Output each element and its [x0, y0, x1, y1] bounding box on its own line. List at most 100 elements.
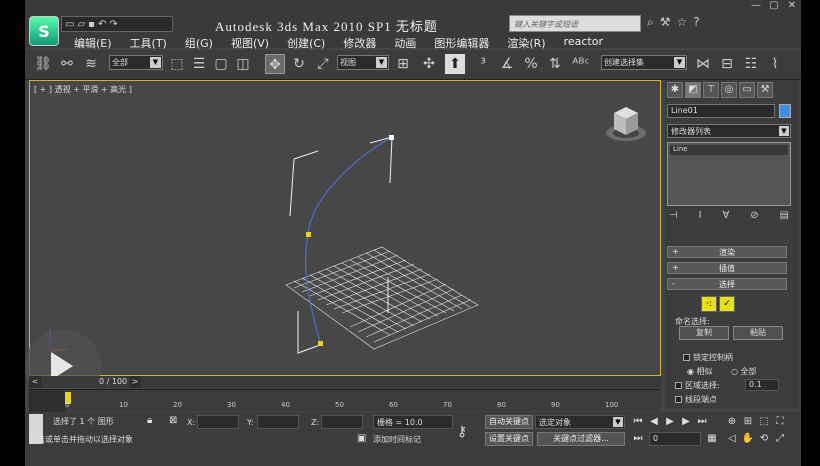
- field-of-view-icon[interactable]: ◁: [725, 432, 739, 446]
- menu-edit[interactable]: 编辑(E): [65, 34, 121, 51]
- object-name-field[interactable]: Line01: [667, 104, 775, 118]
- menu-tools[interactable]: 工具(T): [121, 34, 176, 51]
- configure-sets-icon[interactable]: ▤: [780, 210, 789, 226]
- open-file-icon[interactable]: ▱: [77, 19, 85, 30]
- segment-level-icon[interactable]: ✓: [719, 296, 735, 312]
- set-key-icon[interactable]: ⚷: [457, 424, 467, 440]
- undo-icon[interactable]: ↶: [98, 19, 106, 30]
- menu-graph-editors[interactable]: 图形编辑器: [425, 34, 498, 51]
- menu-views[interactable]: 视图(V): [222, 34, 278, 51]
- zoom-icon[interactable]: ⊕: [725, 415, 739, 429]
- keyboard-shortcut-icon[interactable]: ⬆: [445, 54, 465, 74]
- pivot-center-icon[interactable]: ⊞: [393, 54, 413, 74]
- zoom-extents-icon[interactable]: ⬚: [757, 415, 771, 429]
- lock-icon[interactable]: 🔒︎: [147, 415, 152, 426]
- area-selection-checkbox[interactable]: 区域选择:: [675, 380, 720, 391]
- manipulate-icon[interactable]: ✣: [419, 54, 439, 74]
- link-icon[interactable]: ⛓: [33, 54, 53, 74]
- perspective-viewport[interactable]: [ + ] 透视 + 平滑 + 高光 ]: [29, 80, 661, 376]
- hierarchy-tab-icon[interactable]: ⊤: [703, 82, 719, 98]
- pin-stack-icon[interactable]: ⊣: [669, 210, 678, 226]
- layer-manager-icon[interactable]: ☷: [741, 54, 761, 74]
- maximize-viewport-icon[interactable]: ⤢: [773, 432, 787, 446]
- binoculars-icon[interactable]: ⌕: [647, 15, 654, 30]
- chevron-left-icon[interactable]: <: [29, 376, 41, 388]
- maximize-icon[interactable]: ▢: [765, 0, 783, 14]
- object-color-swatch[interactable]: [779, 104, 791, 118]
- play-animation-icon[interactable]: ▶: [663, 415, 677, 429]
- spinner-snap-icon[interactable]: ⇅: [545, 54, 565, 74]
- menu-create[interactable]: 创建(C): [278, 34, 334, 51]
- unlink-icon[interactable]: ⚯: [57, 54, 77, 74]
- rect-selection-icon[interactable]: ▢: [211, 54, 231, 74]
- scale-icon[interactable]: ⤢: [313, 54, 333, 74]
- zoom-all-icon[interactable]: ⊞: [741, 415, 755, 429]
- key-filters-button[interactable]: 关键点过滤器...: [537, 432, 625, 446]
- vertex-level-icon[interactable]: ·:: [701, 296, 717, 312]
- x-coordinate-field[interactable]: [197, 415, 239, 429]
- window-crossing-icon[interactable]: ◫: [233, 54, 253, 74]
- next-frame-icon[interactable]: ▶: [679, 415, 693, 429]
- goto-end-icon[interactable]: ⏭: [695, 415, 709, 429]
- modify-tab-icon[interactable]: ◩: [685, 82, 701, 98]
- stack-item-line[interactable]: Line: [670, 145, 788, 155]
- edit-named-selection-icon[interactable]: ᴬᴮᶜ: [571, 54, 591, 74]
- mirror-icon[interactable]: ⋈: [693, 54, 713, 74]
- minimize-icon[interactable]: —: [747, 0, 765, 14]
- make-unique-icon[interactable]: ∀: [722, 210, 729, 226]
- 3ds-max-logo-icon[interactable]: S: [29, 16, 59, 46]
- menu-modifiers[interactable]: 修改器: [334, 34, 385, 51]
- paste-button[interactable]: 粘贴: [733, 326, 783, 340]
- angle-snap-icon[interactable]: ∡: [497, 54, 517, 74]
- segment-end-checkbox[interactable]: 线段端点: [675, 394, 717, 405]
- current-frame-field[interactable]: 0: [649, 432, 701, 446]
- key-mode-dropdown[interactable]: 选定对象 ▼: [535, 415, 625, 429]
- create-tab-icon[interactable]: ✱: [667, 82, 683, 98]
- remove-modifier-icon[interactable]: ⊘: [750, 210, 758, 226]
- menu-animation[interactable]: 动画: [385, 34, 425, 51]
- utilities-tab-icon[interactable]: ⚒: [757, 82, 773, 98]
- display-tab-icon[interactable]: ▭: [739, 82, 755, 98]
- bind-spacewarp-icon[interactable]: ≋: [81, 54, 101, 74]
- menu-group[interactable]: 组(G): [176, 34, 222, 51]
- viewcube-icon[interactable]: [604, 101, 652, 149]
- select-by-name-icon[interactable]: ☰: [189, 54, 209, 74]
- goto-start-icon[interactable]: ⏮: [631, 415, 645, 429]
- snaps-toggle-icon[interactable]: ³: [473, 54, 493, 74]
- align-icon[interactable]: ⊟: [717, 54, 737, 74]
- star-icon[interactable]: ☆: [677, 15, 688, 30]
- save-icon[interactable]: ▪: [88, 19, 95, 30]
- spline-vertex-bottom[interactable]: [318, 341, 323, 346]
- select-object-icon[interactable]: ⬚: [167, 54, 187, 74]
- show-end-result-icon[interactable]: Ι: [699, 210, 702, 226]
- menu-reactor[interactable]: reactor: [555, 34, 612, 51]
- rotate-icon[interactable]: ↻: [289, 54, 309, 74]
- previous-frame-icon[interactable]: ◀: [647, 415, 661, 429]
- lock-handles-checkbox[interactable]: 锁定控制柄: [683, 352, 733, 363]
- help-icon[interactable]: ?: [693, 15, 699, 30]
- copy-button[interactable]: 复制: [679, 326, 729, 340]
- auto-key-button[interactable]: 自动关键点: [485, 415, 533, 429]
- add-time-tag[interactable]: 添加时间标记: [373, 434, 421, 445]
- selection-filter-dropdown[interactable]: 全部 ▼: [109, 55, 163, 70]
- set-key-button[interactable]: 设置关键点: [485, 432, 533, 446]
- track-bar[interactable]: 0 10 20 30 40 50 60 70 80 90 100: [29, 389, 661, 412]
- time-slider[interactable]: < 0 / 100 >: [29, 376, 661, 388]
- named-selection-sets-dropdown[interactable]: 创建选择集 ▼: [601, 55, 687, 70]
- percent-snap-icon[interactable]: %: [521, 54, 541, 74]
- key-mode-toggle-icon[interactable]: ⏭: [631, 432, 645, 446]
- z-coordinate-field[interactable]: [321, 415, 363, 429]
- menu-rendering[interactable]: 渲染(R): [498, 34, 554, 51]
- add-time-tag-icon[interactable]: ▣: [357, 433, 366, 444]
- all-radio[interactable]: ○ 全部: [731, 366, 757, 377]
- reference-coordinate-dropdown[interactable]: 视图 ▼: [337, 55, 389, 70]
- new-file-icon[interactable]: ▭: [65, 19, 74, 30]
- track-bar-menu-icon[interactable]: [29, 390, 65, 412]
- similar-radio[interactable]: ◉ 相似: [687, 366, 713, 377]
- orbit-icon[interactable]: ⟲: [757, 432, 771, 446]
- area-selection-value[interactable]: 0.1: [745, 379, 779, 391]
- chevron-right-icon[interactable]: >: [129, 376, 141, 388]
- rollout-interpolation[interactable]: + 插值: [667, 262, 787, 274]
- pan-icon[interactable]: ✋: [741, 432, 755, 446]
- time-config-icon[interactable]: ▦: [705, 432, 719, 446]
